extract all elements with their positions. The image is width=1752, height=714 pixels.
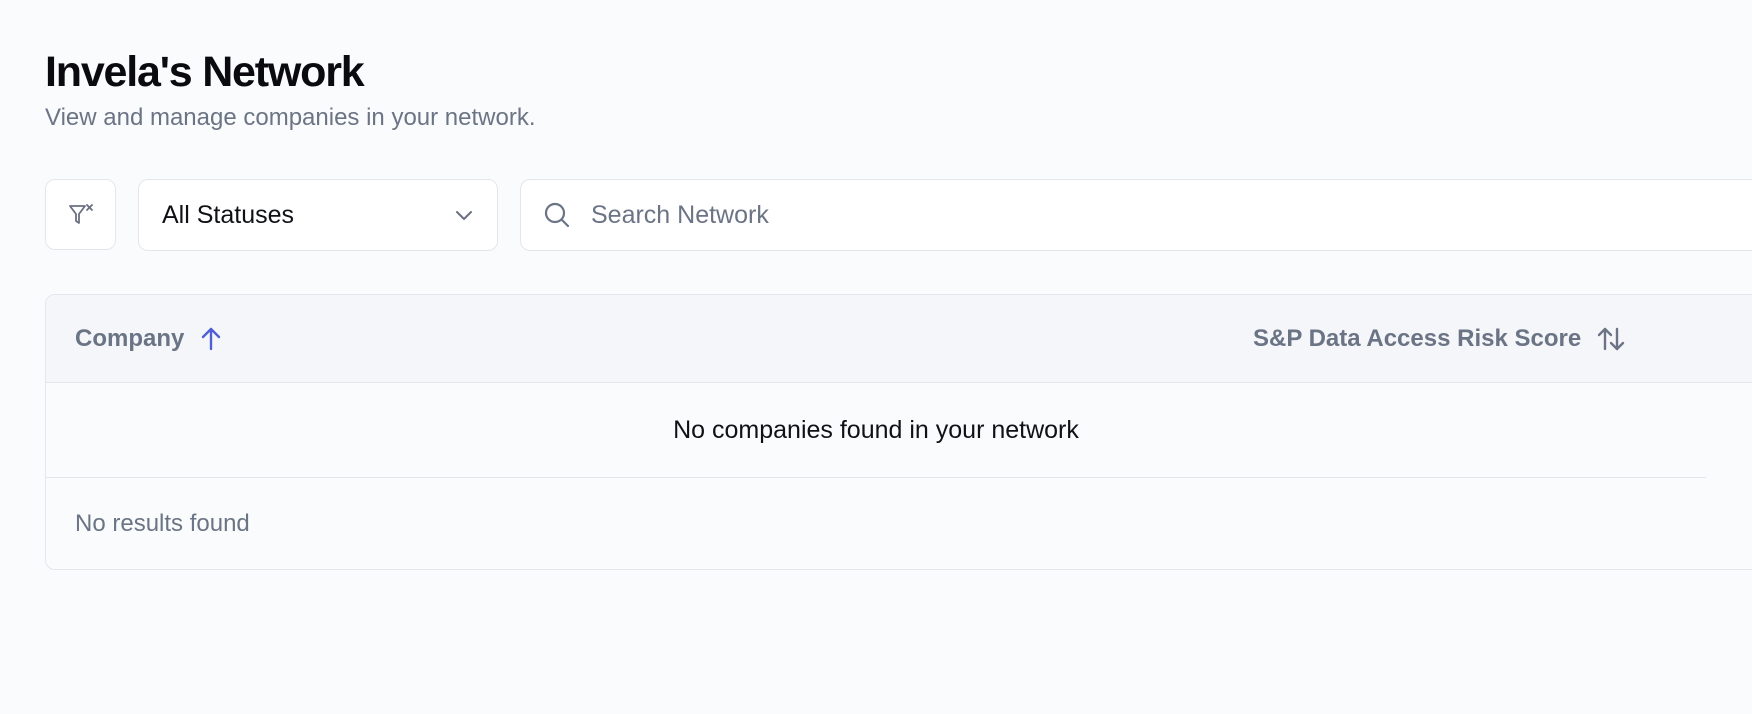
empty-state-message: No companies found in your network xyxy=(673,415,1079,444)
status-select-value: All Statuses xyxy=(162,200,295,229)
search-input[interactable] xyxy=(589,199,1493,231)
page-title: Invela's Network xyxy=(45,48,365,96)
column-header-company[interactable]: Company xyxy=(75,295,222,382)
table-footer: No results found xyxy=(75,478,250,569)
chevron-down-icon xyxy=(456,211,472,220)
filter-x-icon xyxy=(68,203,93,224)
results-status-text: No results found xyxy=(75,510,250,537)
search-box[interactable] xyxy=(520,179,1752,251)
column-header-label: S&P Data Access Risk Score xyxy=(1253,324,1582,352)
column-header-label: Company xyxy=(75,324,185,352)
column-header-risk-score[interactable]: S&P Data Access Risk Score xyxy=(1253,295,1625,382)
network-page: Invela's Network View and manage compani… xyxy=(0,0,1752,714)
empty-state-row: No companies found in your network xyxy=(46,383,1706,478)
status-filter-select[interactable]: All Statuses xyxy=(138,179,498,251)
clear-filters-button[interactable] xyxy=(45,179,116,250)
page-subtitle: View and manage companies in your networ… xyxy=(45,104,536,131)
sort-arrows-icon xyxy=(1597,326,1625,352)
search-icon xyxy=(544,202,570,228)
table-header: Company S&P Data Access Risk Score xyxy=(46,295,1752,383)
arrow-up-icon xyxy=(200,326,222,352)
network-table: Company S&P Data Access Risk Score No co… xyxy=(45,294,1752,570)
